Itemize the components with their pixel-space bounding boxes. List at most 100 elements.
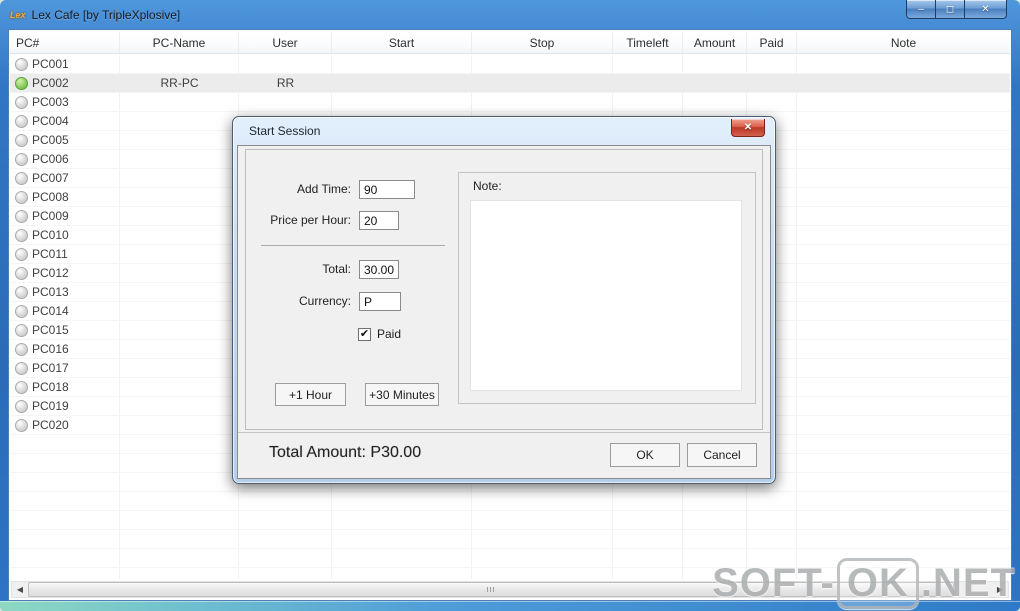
cell-pc-name (120, 226, 239, 244)
pc-status-icon (15, 399, 28, 413)
app-icon: Lex (10, 9, 26, 20)
cell-user (239, 55, 332, 73)
add-time-label: Add Time: (296, 182, 351, 196)
column-header-user[interactable]: User (239, 32, 332, 53)
maximize-button[interactable]: ◻ (936, 0, 965, 19)
cell-pc-name (120, 245, 239, 263)
note-textarea[interactable] (470, 200, 742, 391)
cell-pc-name (120, 150, 239, 168)
pc-status-icon (15, 114, 28, 128)
titlebar: Lex Lex Cafe [by TripleXplosive] – ◻ ✕ (0, 0, 1020, 29)
cell-pc-label: PC019 (32, 399, 69, 413)
paid-checkbox[interactable]: ✔ (358, 328, 371, 341)
close-icon: ✕ (981, 3, 990, 15)
pc-status-icon (15, 380, 28, 394)
add-time-input[interactable] (359, 180, 415, 199)
cell-pc-name (120, 112, 239, 130)
cell-pc-label: PC008 (32, 190, 69, 204)
maximize-icon: ◻ (945, 3, 955, 15)
window-title: Lex Cafe [by TripleXplosive] (31, 7, 181, 22)
table-row[interactable]: PC002 RR-PC RR (10, 74, 1010, 93)
cell-pc-label: PC017 (32, 361, 69, 375)
pc-status-icon (15, 95, 28, 109)
dialog-body: Add Time: Price per Hour: Total: Currenc… (237, 145, 771, 479)
pc-status-icon (15, 361, 28, 375)
cell-user: RR (276, 76, 295, 90)
pc-status-icon (15, 57, 28, 71)
table-row[interactable]: PC001 (10, 55, 1010, 74)
pc-status-icon (15, 171, 28, 185)
watermark-ok-box: OK (836, 558, 919, 609)
cell-pc-label: PC002 (32, 76, 69, 90)
cell-pc-name (120, 207, 239, 225)
currency-label: Currency: (298, 294, 351, 308)
ok-button[interactable]: OK (610, 443, 680, 467)
cell-pc-label: PC020 (32, 418, 69, 432)
dialog-titlebar: Start Session ✕ (233, 117, 775, 145)
pc-status-icon (15, 76, 28, 90)
minimize-icon: – (918, 3, 924, 15)
cell-pc-label: PC016 (32, 342, 69, 356)
dialog-form-group: Add Time: Price per Hour: Total: Currenc… (245, 149, 763, 430)
column-header-paid[interactable]: Paid (747, 32, 797, 53)
table-header: PC# PC-Name User Start Stop Timeleft Amo… (10, 32, 1010, 54)
soft-ok-net-watermark: SOFT- OK .NET (712, 558, 1016, 609)
cell-user (239, 93, 332, 111)
cell-pc-label: PC018 (32, 380, 69, 394)
cell-pc-name: RR-PC (160, 76, 199, 90)
dialog-close-button[interactable]: ✕ (731, 119, 765, 137)
price-per-hour-label: Price per Hour: (270, 213, 351, 227)
window-controls: – ◻ ✕ (906, 0, 1007, 19)
scrollbar-grip-icon (487, 587, 496, 592)
dialog-title: Start Session (249, 124, 321, 138)
cell-pc-name (120, 283, 239, 301)
total-label: Total: (322, 262, 351, 276)
pc-status-icon (15, 342, 28, 356)
pc-status-icon (15, 323, 28, 337)
cell-pc-name (120, 397, 239, 415)
scroll-left-icon[interactable]: ◀ (12, 582, 28, 597)
column-header-stop[interactable]: Stop (472, 32, 613, 53)
table-row-empty (10, 530, 1010, 549)
currency-input[interactable] (359, 292, 401, 311)
note-label: Note: (473, 179, 502, 193)
pc-status-icon (15, 418, 28, 432)
cell-pc-label: PC013 (32, 285, 69, 299)
cell-pc-label: PC007 (32, 171, 69, 185)
cell-pc-label: PC009 (32, 209, 69, 223)
cell-pc-label: PC003 (32, 95, 69, 109)
column-header-pc-name[interactable]: PC-Name (120, 32, 239, 53)
paid-label: Paid (377, 327, 402, 341)
dialog-close-icon: ✕ (743, 122, 753, 133)
cell-pc-name (120, 359, 239, 377)
cell-pc-label: PC004 (32, 114, 69, 128)
cell-pc-label: PC001 (32, 57, 69, 71)
close-button[interactable]: ✕ (965, 0, 1007, 19)
cancel-button[interactable]: Cancel (687, 443, 757, 467)
cell-pc-label: PC012 (32, 266, 69, 280)
cell-pc-label: PC005 (32, 133, 69, 147)
price-per-hour-input[interactable] (359, 211, 399, 230)
pc-status-icon (15, 285, 28, 299)
total-amount-text: Total Amount: P30.00 (269, 444, 422, 461)
column-header-start[interactable]: Start (332, 32, 472, 53)
cell-pc-name (120, 340, 239, 358)
checkmark-icon: ✔ (359, 328, 370, 340)
form-divider (261, 245, 445, 246)
cell-pc-name (120, 264, 239, 282)
cell-pc-name (120, 188, 239, 206)
total-input[interactable] (359, 260, 399, 279)
pc-status-icon (15, 304, 28, 318)
minimize-button[interactable]: – (906, 0, 936, 19)
column-header-note[interactable]: Note (797, 32, 1010, 53)
column-header-pc[interactable]: PC# (10, 32, 120, 53)
column-header-timeleft[interactable]: Timeleft (613, 32, 683, 53)
app-window: Lex Lex Cafe [by TripleXplosive] – ◻ ✕ P… (0, 0, 1020, 611)
add-30-minutes-button[interactable]: +30 Minutes (365, 383, 439, 406)
cell-pc-label: PC014 (32, 304, 69, 318)
column-header-amount[interactable]: Amount (683, 32, 747, 53)
watermark-part3: .NET (920, 561, 1016, 605)
table-row[interactable]: PC003 (10, 93, 1010, 112)
add-1-hour-button[interactable]: +1 Hour (275, 383, 346, 406)
cell-pc-name (120, 416, 239, 434)
